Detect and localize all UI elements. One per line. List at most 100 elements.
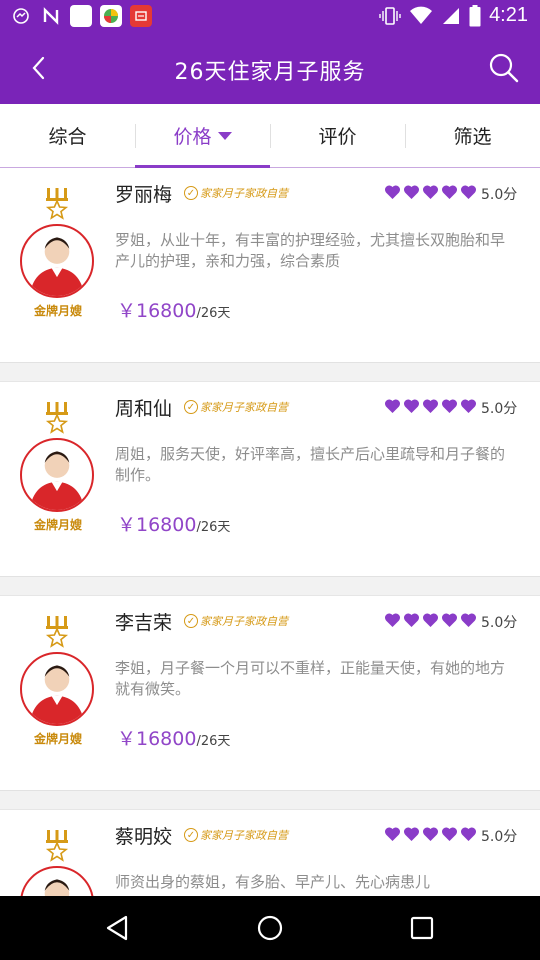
rating-heart-icon [460, 612, 477, 628]
rating-hearts [384, 612, 477, 628]
rating-score: 5.0分 [481, 401, 518, 417]
notification-icons [10, 5, 152, 27]
card-divider [0, 791, 540, 810]
rating-heart-icon [460, 184, 477, 200]
nurse-card[interactable]: 金牌月嫂 罗丽梅 ✓ 家家月子家政自营 5.0分罗姐，从业十年，有丰富的护理经验，尤其擅… [0, 168, 540, 363]
rating-heart-icon [403, 184, 420, 200]
self-operated-tag: ✓ 家家月子家政自营 [184, 185, 288, 201]
rating-heart-icon [384, 184, 401, 200]
crown-star-icon [42, 400, 72, 434]
crown-star-icon [42, 828, 72, 862]
price-unit: /26天 [196, 520, 231, 535]
status-bar: 4:21 [0, 0, 540, 32]
search-button[interactable] [486, 50, 522, 86]
avatar [20, 438, 94, 512]
price-amount: ￥16800 [117, 514, 197, 536]
messenger-icon [10, 5, 32, 27]
tab-price[interactable]: 价格 [135, 104, 270, 168]
tag-label: 家家月子家政自营 [200, 615, 288, 628]
wifi-icon [410, 6, 433, 24]
self-operated-tag: ✓ 家家月子家政自营 [184, 613, 288, 629]
home-circle-icon [257, 915, 283, 941]
nurse-card[interactable]: 金牌月嫂 李吉荣 ✓ 家家月子家政自营 5.0分李姐，月子餐一个月可以不重样，正能量天使… [0, 596, 540, 791]
nav-recents-button[interactable] [406, 912, 438, 944]
self-operated-tag: ✓ 家家月子家政自营 [184, 399, 288, 415]
check-circle-icon: ✓ [184, 186, 198, 200]
check-circle-icon: ✓ [184, 828, 198, 842]
nurse-card[interactable]: 金牌月嫂蔡明姣 ✓家家月子家政自营 5.0分师资出身的蔡姐，有多胎、早产儿、先心病患… [0, 810, 540, 896]
tab-filter[interactable]: 筛选 [405, 104, 540, 167]
tag-label: 家家月子家政自营 [200, 187, 288, 200]
gold-badge: 金牌月嫂 [18, 614, 98, 754]
rating-score: 5.0分 [481, 615, 518, 631]
rating-heart-icon [441, 398, 458, 414]
n-app-icon [40, 5, 62, 27]
gold-badge: 金牌月嫂 [18, 828, 98, 896]
nurse-description: 李姐，月子餐一个月可以不重样，正能量天使，有她的地方就有微笑。 [115, 659, 506, 698]
crown-star-icon [42, 186, 72, 220]
back-triangle-icon [106, 915, 128, 941]
badge-label: 金牌月嫂 [33, 518, 82, 532]
rating-heart-icon [384, 398, 401, 414]
rating-score: 5.0分 [481, 187, 518, 203]
rating-heart-icon [441, 184, 458, 200]
avatar [20, 866, 94, 896]
app-bar: 26天住家月子服务 [0, 32, 540, 104]
avatar [20, 652, 94, 726]
price-amount: ￥16800 [117, 300, 197, 322]
tab-label: 筛选 [453, 126, 492, 148]
price-amount: ￥16800 [117, 728, 197, 750]
rating-heart-icon [441, 826, 458, 842]
price: ￥16800/26天 [117, 510, 230, 537]
nurse-description: 罗姐，从业十年，有丰富的护理经验，尤其擅长双胞胎和早产儿的护理，亲和力强，综合素… [115, 231, 506, 270]
search-icon [489, 53, 519, 83]
rating-hearts [384, 184, 477, 200]
nurse-name: 蔡明姣 [115, 826, 173, 848]
card-divider [0, 577, 540, 596]
self-operated-tag: ✓ 家家月子家政自营 [184, 827, 288, 843]
tab-label: 综合 [48, 126, 87, 148]
rating-heart-icon [403, 398, 420, 414]
rating-hearts [384, 826, 477, 842]
green-app-icon [100, 5, 122, 27]
tab-label: 评价 [318, 126, 357, 148]
vibrate-icon [379, 6, 401, 25]
tag-label: 家家月子家政自营 [200, 401, 288, 414]
tab-rating[interactable]: 评价 [270, 104, 405, 167]
rating-hearts [384, 398, 477, 414]
rating-heart-icon [403, 612, 420, 628]
nurse-name: 周和仙 [115, 398, 173, 420]
nav-home-button[interactable] [254, 912, 286, 944]
rating-heart-icon [460, 398, 477, 414]
price-unit: /26天 [196, 306, 231, 321]
system-status: 4:21 [379, 4, 528, 27]
badge-label: 金牌月嫂 [33, 304, 82, 318]
crown-star-icon [42, 614, 72, 648]
card-divider [0, 363, 540, 382]
rating-heart-icon [460, 826, 477, 842]
check-circle-icon: ✓ [184, 400, 198, 414]
tab-label: 价格 [173, 126, 212, 148]
rating-heart-icon [422, 612, 439, 628]
gold-badge: 金牌月嫂 [18, 186, 98, 326]
gold-badge: 金牌月嫂 [18, 400, 98, 540]
page-title: 26天住家月子服务 [174, 60, 366, 85]
system-nav-bar [0, 896, 540, 960]
status-time: 4:21 [489, 4, 528, 26]
rating-heart-icon [422, 826, 439, 842]
nurse-name: 李吉荣 [115, 612, 173, 634]
nurse-card[interactable]: 金牌月嫂 周和仙 ✓ 家家月子家政自营 5.0分周姐，服务天使，好评率高，擅长产后心里疏… [0, 382, 540, 577]
nurse-name: 罗丽梅 [115, 184, 173, 206]
price: ￥16800/26天 [117, 296, 230, 323]
nurse-description: 师资出身的蔡姐，有多胎、早产儿、先心病患儿 [115, 873, 431, 891]
nurse-description: 周姐，服务天使，好评率高，擅长产后心里疏导和月子餐的制作。 [115, 445, 506, 484]
badge-label: 金牌月嫂 [33, 732, 82, 746]
nav-back-button[interactable] [102, 912, 134, 944]
red-app-icon [130, 5, 152, 27]
white-square-icon [70, 5, 92, 27]
tab-comprehensive[interactable]: 综合 [0, 104, 135, 167]
price: ￥16800/26天 [117, 724, 230, 751]
battery-icon [469, 4, 481, 26]
caret-down-icon [217, 131, 232, 140]
nurse-list: 金牌月嫂 罗丽梅 ✓ 家家月子家政自营 5.0分 罗姐，从业十年，有丰富的护理经验，尤其擅… [0, 168, 540, 896]
